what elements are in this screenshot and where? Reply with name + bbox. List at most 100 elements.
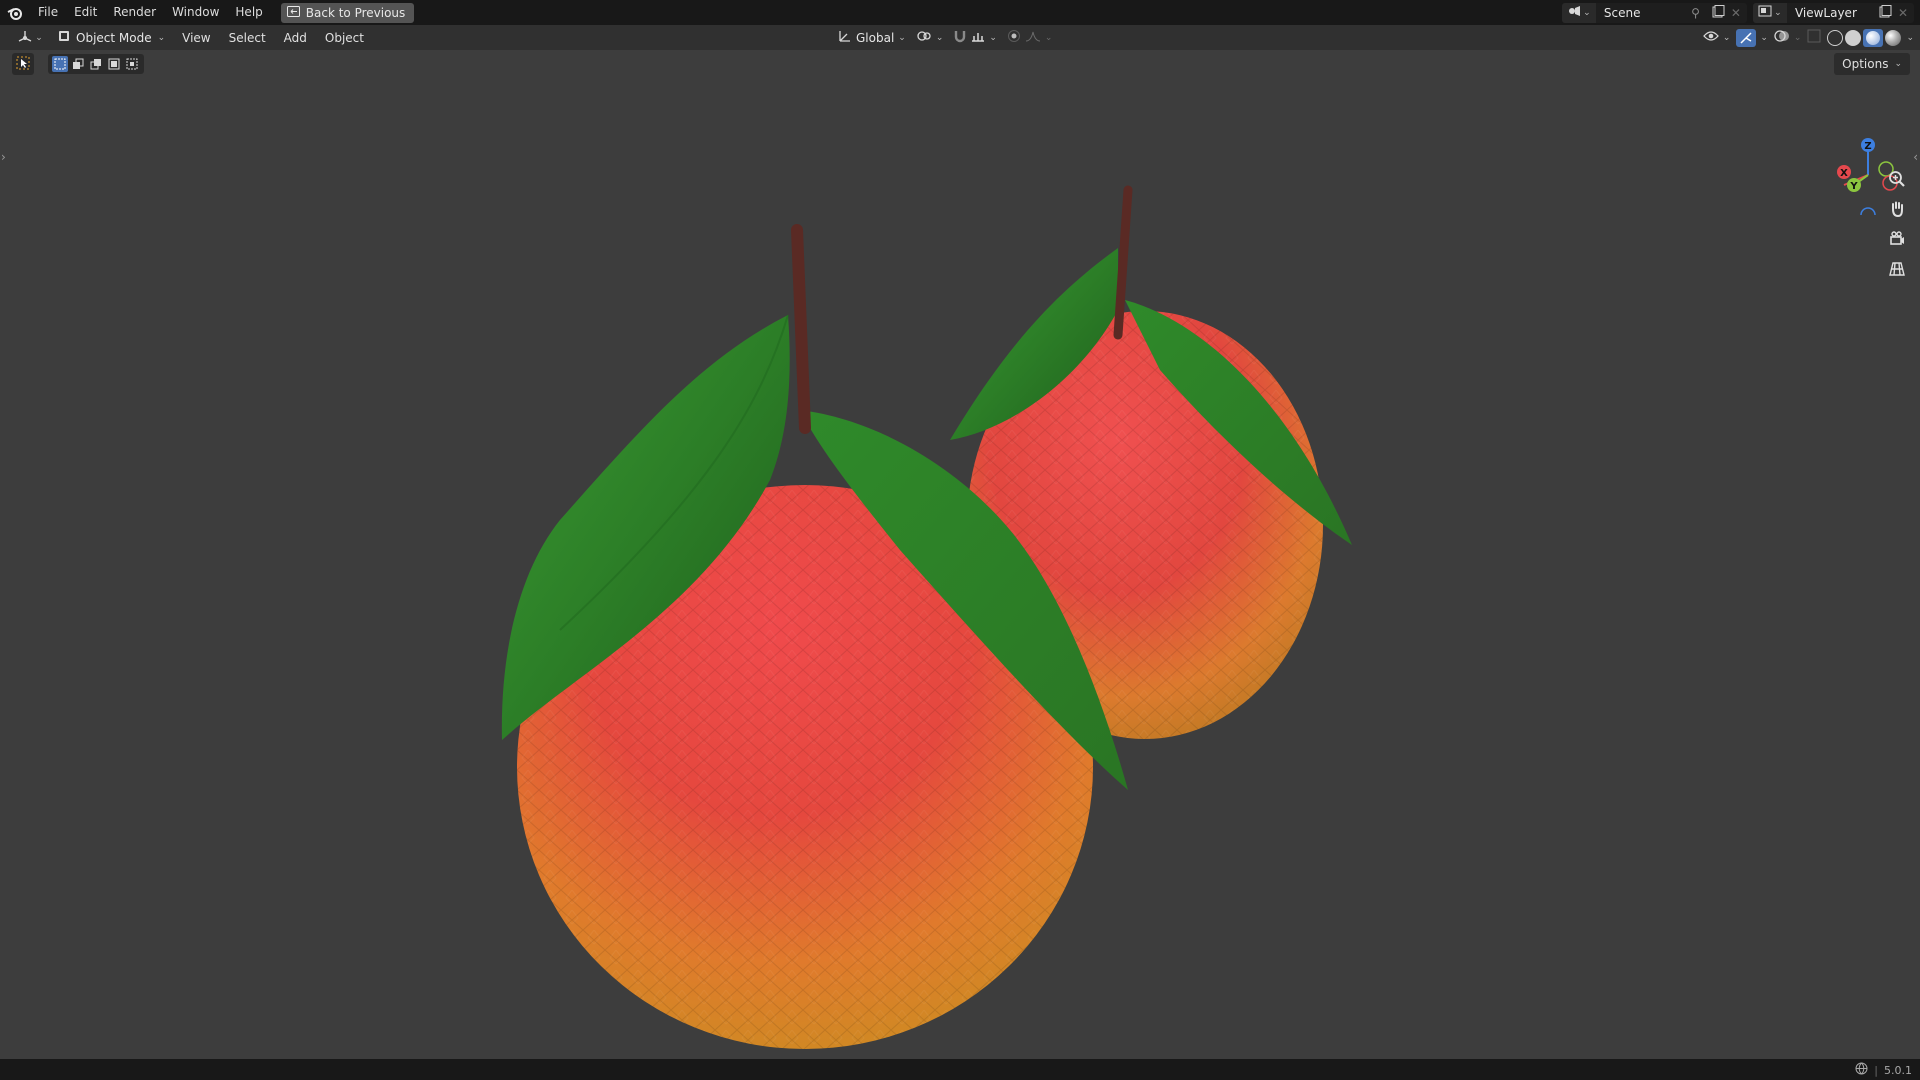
menu-edit[interactable]: Edit bbox=[66, 0, 105, 25]
gizmo-toggle[interactable]: ⌄ bbox=[1736, 28, 1768, 48]
proportional-editing[interactable]: ⌄ bbox=[1007, 28, 1053, 48]
new-view-layer-icon[interactable] bbox=[1879, 4, 1892, 21]
eye-icon bbox=[1702, 30, 1719, 45]
scene-render[interactable] bbox=[0, 50, 1920, 1059]
transform-settings: Global ⌄ ⌄ ⌄ ⌄ bbox=[838, 25, 1052, 50]
rendered-shading-icon[interactable] bbox=[1885, 29, 1902, 46]
pin-icon[interactable]: ⚲ bbox=[1691, 6, 1700, 20]
select-invert-icon[interactable] bbox=[106, 56, 122, 72]
status-bar: | 5.0.1 bbox=[0, 1059, 1920, 1080]
chevron-down-icon: ⌄ bbox=[989, 32, 997, 43]
snap-increment-icon bbox=[971, 30, 985, 45]
toolbar-expand-icon[interactable]: › bbox=[1, 150, 6, 164]
tool-settings-row bbox=[12, 53, 144, 75]
chevron-down-icon: ⌄ bbox=[1583, 7, 1591, 18]
selection-mode-group bbox=[48, 54, 144, 74]
chevron-down-icon[interactable]: ⌄ bbox=[1906, 33, 1914, 43]
overlays-icon bbox=[1774, 29, 1790, 46]
xray-toggle[interactable] bbox=[1807, 28, 1821, 48]
object-mode-icon bbox=[58, 30, 70, 45]
view-layer-browse-button[interactable]: ⌄ bbox=[1752, 2, 1787, 23]
chevron-down-icon: ⌄ bbox=[1774, 7, 1782, 18]
shading-modes: ⌄ bbox=[1827, 28, 1914, 47]
chevron-down-icon: ⌄ bbox=[1044, 32, 1053, 43]
stem bbox=[791, 224, 811, 434]
z-negative-axis[interactable] bbox=[1860, 207, 1876, 215]
orientation-dropdown[interactable]: Global ⌄ bbox=[838, 28, 906, 48]
options-dropdown[interactable]: Options ⌄ bbox=[1834, 53, 1910, 75]
orientation-icon bbox=[838, 29, 852, 46]
back-to-previous-button[interactable]: Back to Previous bbox=[280, 2, 415, 23]
3d-viewport-icon bbox=[17, 29, 33, 46]
scene-name-field[interactable]: Scene ⚲ bbox=[1596, 6, 1706, 20]
view-layer-selector[interactable]: ⌄ ViewLayer ✕ bbox=[1752, 2, 1914, 23]
chevron-down-icon: ⌄ bbox=[35, 32, 43, 43]
editor-type-button[interactable]: ⌄ bbox=[8, 27, 52, 49]
mode-dropdown[interactable]: Object Mode ⌄ bbox=[52, 28, 173, 48]
close-view-layer-icon[interactable]: ✕ bbox=[1898, 6, 1908, 20]
select-subtract-icon[interactable] bbox=[88, 56, 104, 72]
camera-icon[interactable] bbox=[1883, 225, 1911, 253]
version-info: | 5.0.1 bbox=[1855, 1062, 1912, 1078]
menu-render[interactable]: Render bbox=[105, 0, 164, 25]
active-tool-button[interactable] bbox=[12, 53, 34, 75]
pivot-icon bbox=[916, 29, 932, 46]
blender-logo-icon[interactable] bbox=[0, 0, 30, 25]
menu-help[interactable]: Help bbox=[227, 0, 270, 25]
new-scene-icon[interactable] bbox=[1712, 4, 1725, 21]
view-layer-name-field[interactable]: ViewLayer bbox=[1787, 6, 1873, 20]
close-scene-icon[interactable]: ✕ bbox=[1731, 6, 1741, 20]
pivot-dropdown[interactable]: ⌄ bbox=[916, 28, 944, 48]
back-to-previous-label: Back to Previous bbox=[305, 5, 406, 20]
orientation-label: Global bbox=[856, 30, 895, 45]
3d-viewport[interactable]: › ‹ Z X Y bbox=[0, 50, 1920, 1059]
xray-icon bbox=[1807, 29, 1821, 46]
view-layer-icon bbox=[1758, 5, 1772, 20]
scene-icon bbox=[1567, 5, 1581, 20]
sidebar-expand-icon[interactable]: ‹ bbox=[1913, 150, 1918, 164]
snap-toggle[interactable]: ⌄ bbox=[953, 28, 997, 48]
y-axis-label: Y bbox=[1849, 181, 1858, 192]
select-cursor-icon bbox=[16, 56, 30, 73]
viewport-header: ⌄ Object Mode ⌄ View Select Add Object G… bbox=[0, 25, 1920, 50]
scene-browse-button[interactable]: ⌄ bbox=[1561, 2, 1596, 23]
menu-view[interactable]: View bbox=[173, 31, 219, 45]
scene-actions: ✕ bbox=[1706, 4, 1747, 21]
wireframe-shading-icon[interactable] bbox=[1827, 29, 1844, 46]
scene-selector[interactable]: ⌄ Scene ⚲ ✕ bbox=[1561, 2, 1747, 23]
menu-add[interactable]: Add bbox=[275, 31, 316, 45]
chevron-down-icon: ⌄ bbox=[935, 32, 944, 43]
select-intersect-icon[interactable] bbox=[124, 56, 140, 72]
gizmo-icon bbox=[1736, 28, 1757, 47]
menu-window[interactable]: Window bbox=[164, 0, 227, 25]
menu-select[interactable]: Select bbox=[220, 31, 275, 45]
x-axis-label: X bbox=[1840, 168, 1848, 179]
chevron-down-icon: ⌄ bbox=[157, 32, 166, 43]
select-new-icon[interactable] bbox=[52, 56, 68, 72]
grid-icon[interactable] bbox=[1883, 255, 1911, 283]
magnet-icon bbox=[953, 29, 967, 46]
solid-shading-icon[interactable] bbox=[1845, 29, 1862, 46]
hand-icon[interactable] bbox=[1883, 195, 1911, 223]
scene-name: Scene bbox=[1603, 5, 1641, 20]
chevron-down-icon: ⌄ bbox=[1894, 59, 1902, 69]
falloff-icon bbox=[1025, 30, 1041, 45]
chevron-down-icon: ⌄ bbox=[1722, 32, 1731, 43]
view-layer-name: ViewLayer bbox=[1794, 5, 1857, 20]
material-preview-shading-icon[interactable] bbox=[1863, 28, 1884, 47]
z-axis-label: Z bbox=[1864, 141, 1871, 152]
proportional-edit-icon bbox=[1007, 29, 1021, 46]
menu-file[interactable]: File bbox=[30, 0, 66, 25]
viewport-display-settings: ⌄ ⌄ ⌄ ⌄ bbox=[1702, 25, 1914, 50]
globe-icon[interactable] bbox=[1855, 1062, 1868, 1078]
menu-object[interactable]: Object bbox=[316, 31, 373, 45]
overlays-toggle[interactable]: ⌄ bbox=[1774, 28, 1802, 48]
chevron-down-icon: ⌄ bbox=[898, 32, 906, 43]
select-extend-icon[interactable] bbox=[70, 56, 86, 72]
zoom-icon[interactable] bbox=[1883, 165, 1911, 193]
back-icon bbox=[286, 5, 300, 20]
chevron-down-icon: ⌄ bbox=[1793, 32, 1802, 43]
mode-label: Object Mode bbox=[76, 30, 152, 45]
visibility-dropdown[interactable]: ⌄ bbox=[1702, 28, 1731, 48]
divider: | bbox=[1874, 1063, 1878, 1077]
